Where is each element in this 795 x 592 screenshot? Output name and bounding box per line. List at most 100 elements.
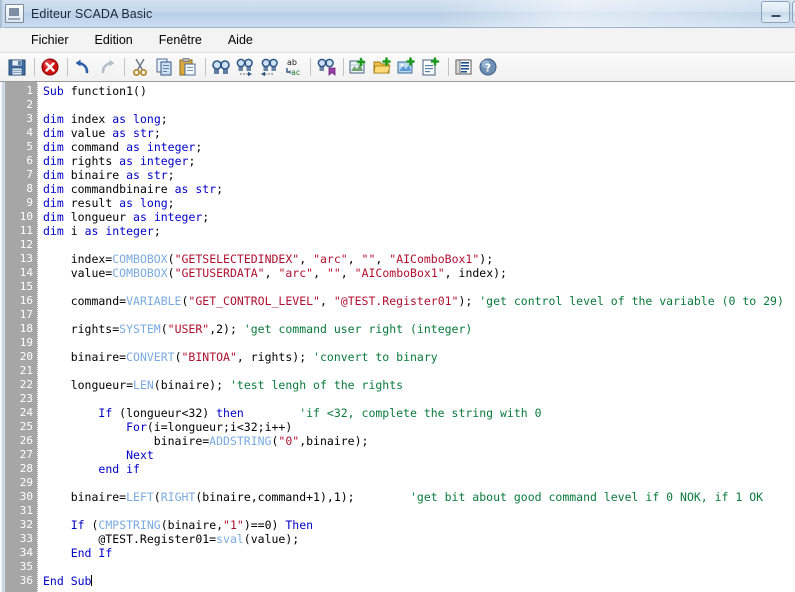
code-line[interactable]: dim longueur as integer; — [43, 210, 795, 224]
code-token: "arc" — [278, 266, 314, 280]
code-token: dim — [43, 182, 64, 196]
code-line[interactable]: rights=SYSTEM("USER",2); 'get command us… — [43, 322, 795, 336]
code-line[interactable]: dim command as integer; — [43, 140, 795, 154]
menu-fenetre[interactable]: Fenêtre — [146, 30, 215, 50]
code-line[interactable]: Sub function1() — [43, 84, 795, 98]
code-token: "AIComboBox1" — [389, 252, 480, 266]
code-line[interactable]: dim index as long; — [43, 112, 795, 126]
save-button[interactable] — [6, 56, 28, 78]
find-button[interactable] — [210, 56, 232, 78]
code-line[interactable] — [43, 364, 795, 378]
code-line[interactable]: @TEST.Register01=sval(value); — [43, 532, 795, 546]
code-token: ; — [188, 154, 196, 168]
help-button[interactable]: ? — [477, 56, 499, 78]
line-number: 15 — [19, 280, 33, 293]
code-line[interactable]: binaire=LEFT(RIGHT(binaire,command+1),1)… — [43, 490, 795, 504]
code-token: Sub — [43, 84, 64, 98]
cut-icon — [133, 58, 147, 76]
code-line[interactable]: longueur=LEN(binaire); 'test lengh of th… — [43, 378, 795, 392]
code-token: CONVERT — [126, 350, 175, 364]
cut-button[interactable] — [129, 56, 151, 78]
code-editor[interactable]: 1 2 3 4 5 6 7 8 9 10 11 12 13 14 15 16 17 18 19 20 21 22 23 24 2… — [0, 82, 795, 592]
code-token: 'if <32, complete the string with 0 — [299, 406, 542, 420]
line-number: 25 — [19, 420, 33, 433]
code-line[interactable] — [43, 476, 795, 490]
code-line[interactable]: dim commandbinaire as str; — [43, 182, 795, 196]
code-line[interactable]: dim result as long; — [43, 196, 795, 210]
line-number: 20 — [19, 350, 33, 363]
code-token: dim — [43, 112, 64, 126]
code-token: as — [119, 154, 134, 168]
code-token: dim — [43, 168, 64, 182]
code-token: SYSTEM — [119, 322, 161, 336]
menu-edition[interactable]: Edition — [82, 30, 146, 50]
code-line[interactable]: command=VARIABLE("GET_CONTROL_LEVEL", "@… — [43, 294, 795, 308]
line-number: 14 — [19, 266, 33, 279]
code-token: (binaire, — [160, 518, 224, 532]
code-line[interactable] — [43, 392, 795, 406]
code-line[interactable]: end if — [43, 462, 795, 476]
code-line[interactable]: End If — [43, 546, 795, 560]
code-line[interactable] — [43, 308, 795, 322]
code-token: , — [319, 294, 334, 308]
insert-document-button[interactable] — [420, 56, 442, 78]
line-number: 26 — [19, 434, 33, 447]
code-line[interactable]: dim value as str; — [43, 126, 795, 140]
undo-button[interactable] — [72, 56, 94, 78]
code-line[interactable]: index=COMBOBOX("GETSELECTEDINDEX", "arc"… — [43, 252, 795, 266]
code-line[interactable] — [43, 98, 795, 112]
code-line[interactable] — [43, 238, 795, 252]
code-token: ( — [160, 322, 168, 336]
code-token: as — [174, 182, 189, 196]
code-token: str — [133, 126, 154, 140]
code-token: function1() — [63, 84, 147, 98]
code-line[interactable]: binaire=CONVERT("BINTOA", rights); 'conv… — [43, 350, 795, 364]
code-line[interactable] — [43, 280, 795, 294]
code-line[interactable]: End Sub — [43, 574, 795, 588]
code-token: "" — [361, 252, 376, 266]
toolbar-separator — [205, 58, 206, 76]
insert-folder-button[interactable] — [372, 56, 394, 78]
code-line[interactable]: binaire=ADDSTRING("0",binaire); — [43, 434, 795, 448]
code-text-area[interactable]: Sub function1() dim index as long; dim va… — [38, 82, 795, 592]
code-line[interactable]: Next — [43, 448, 795, 462]
code-token: "USER" — [167, 322, 210, 336]
code-line[interactable]: If (longueur<32) then 'if <32, complete … — [43, 406, 795, 420]
delete-button[interactable] — [39, 56, 61, 78]
minimize-button[interactable] — [761, 1, 790, 23]
code-line[interactable] — [43, 336, 795, 350]
find-bookmark-button[interactable] — [315, 56, 337, 78]
code-line[interactable]: dim rights as integer; — [43, 154, 795, 168]
minimize-icon — [771, 15, 780, 17]
code-token: ; — [160, 112, 168, 126]
code-line[interactable] — [43, 504, 795, 518]
line-number: 6 — [26, 154, 33, 167]
code-token: "GETSELECTEDINDEX" — [174, 252, 300, 266]
code-token: ( — [84, 518, 99, 532]
code-line[interactable]: dim i as integer; — [43, 224, 795, 238]
line-number-list: 1 2 3 4 5 6 7 8 9 10 11 12 13 14 15 16 17 18 19 20 21 22 23 24 2… — [5, 82, 37, 588]
list-functions-button[interactable] — [453, 56, 475, 78]
replace-button[interactable]: ab ac — [282, 56, 304, 78]
code-token: ; — [216, 182, 224, 196]
code-line[interactable] — [43, 560, 795, 574]
code-token: )==0) — [243, 518, 286, 532]
code-token: as — [126, 140, 140, 154]
code-line[interactable]: For(i=longueur;i<32;i++) — [43, 420, 795, 434]
insert-variable-button[interactable] — [348, 56, 370, 78]
copy-button[interactable] — [153, 56, 175, 78]
code-token: as — [133, 210, 147, 224]
redo-button[interactable] — [96, 56, 118, 78]
menu-aide[interactable]: Aide — [215, 30, 266, 50]
find-previous-button[interactable] — [258, 56, 280, 78]
code-line[interactable]: value=COMBOBOX("GETUSERDATA", "arc", "",… — [43, 266, 795, 280]
code-token: result — [63, 196, 120, 210]
find-next-button[interactable] — [234, 56, 256, 78]
code-token: integer — [139, 154, 189, 168]
line-number: 36 — [19, 574, 33, 587]
insert-image-button[interactable] — [396, 56, 418, 78]
code-line[interactable]: If (CMPSTRING(binaire,"1")==0) Then — [43, 518, 795, 532]
code-line[interactable]: dim binaire as str; — [43, 168, 795, 182]
paste-button[interactable] — [177, 56, 199, 78]
menu-fichier[interactable]: Fichier — [18, 30, 82, 50]
